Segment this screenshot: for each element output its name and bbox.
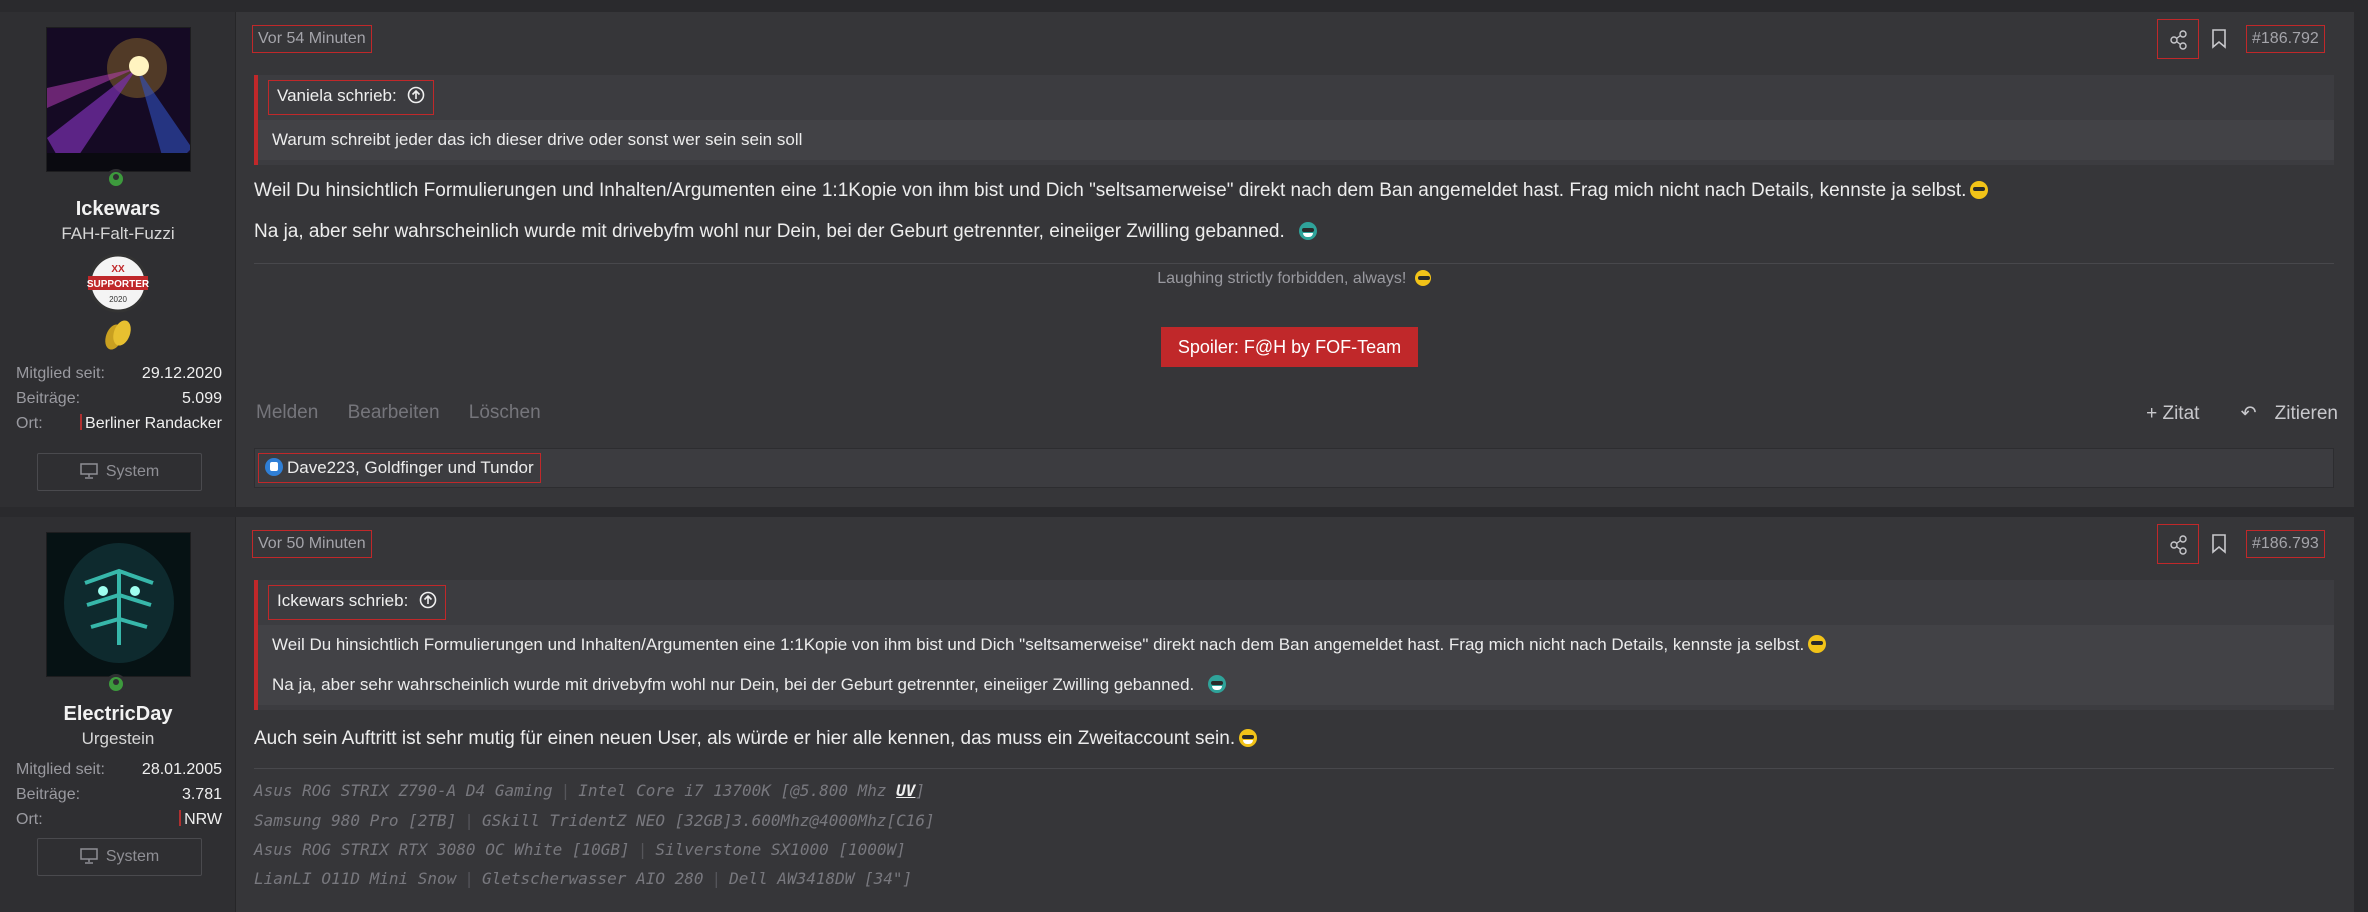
post-time[interactable]: Vor 50 Minuten: [252, 530, 372, 558]
stat-posts: Beiträge: 3.781: [16, 786, 222, 803]
post-186792: Ickewars FAH-Falt-Fuzzi XX SUPPORTER 202…: [0, 12, 2354, 507]
delete-link[interactable]: Löschen: [469, 402, 541, 423]
share-button[interactable]: [2157, 524, 2199, 564]
signature-divider: [254, 768, 2334, 769]
signature-line-2: Samsung 980 Pro [2TB] | GSkill TridentZ NE…: [254, 811, 935, 830]
message-line-2: Na ja, aber sehr wahrscheinlich wurde mi…: [254, 221, 1318, 243]
monitor-icon: [80, 457, 98, 493]
coin-badge-icon: [101, 318, 135, 352]
online-status-icon: [106, 674, 126, 694]
grin-smiley-icon: [1207, 675, 1226, 693]
stat-joined: Mitglied seit: 28.01.2005: [16, 761, 222, 778]
stat-location: Ort: NRW: [16, 810, 222, 828]
quote-author[interactable]: Ickewars schrieb:: [268, 585, 447, 620]
online-status-icon: [106, 169, 126, 189]
user-title: FAH-Falt-Fuzzi: [61, 224, 175, 243]
stat-location: Ort: Berliner Randacker: [16, 414, 222, 432]
quote-block: Vaniela schrieb: Warum schreibt jeder da…: [254, 75, 2334, 165]
smiley-icon: [1970, 181, 1989, 199]
user-title: Urgestein: [81, 729, 155, 748]
bookmark-icon[interactable]: [2209, 28, 2229, 50]
stat-posts: Beiträge: 5.099: [16, 390, 222, 407]
message-content: Vor 50 Minuten #186.793 Ickewars schrieb…: [236, 517, 2354, 912]
location-marker-icon: [179, 810, 182, 826]
post-actions-left: Melden Bearbeiten Löschen: [256, 402, 565, 424]
user-info: ElectricDay Urgestein Mitglied seit: 28.…: [0, 517, 236, 912]
multiquote-button[interactable]: + Zitat: [2146, 403, 2199, 424]
user-info: Ickewars FAH-Falt-Fuzzi XX SUPPORTER 202…: [0, 12, 236, 507]
signature-line-1: Asus ROG STRIX Z790-A D4 Gaming | Intel Co…: [254, 781, 926, 800]
badge-year: 2020: [109, 295, 127, 304]
message-line-1: Auch sein Auftritt ist sehr mutig für ei…: [254, 728, 1258, 750]
uv-link[interactable]: UV: [896, 781, 915, 800]
reply-button[interactable]: ↶ Zitieren: [2223, 403, 2338, 424]
post-number[interactable]: #186.793: [2246, 530, 2325, 558]
post-time[interactable]: Vor 54 Minuten: [252, 25, 372, 53]
share-button[interactable]: [2157, 19, 2199, 59]
reply-icon: ↶: [2240, 403, 2257, 424]
badge-text: SUPPORTER: [87, 279, 150, 290]
supporter-badge-icon: XX SUPPORTER 2020: [82, 252, 154, 314]
message-content: Vor 54 Minuten #186.792 Vaniela schrieb:…: [236, 12, 2354, 507]
like-icon: [265, 458, 283, 476]
monitor-icon: [80, 842, 98, 878]
badge-top-text: XX: [111, 264, 125, 275]
report-link[interactable]: Melden: [256, 402, 318, 423]
avatar[interactable]: [46, 27, 191, 172]
system-button[interactable]: System: [37, 453, 202, 491]
reactions-bar: Dave223, Goldfinger und Tundor: [254, 448, 2334, 488]
quote-block: Ickewars schrieb: Weil Du hinsichtlich F…: [254, 580, 2334, 710]
arrow-up-circle-icon[interactable]: [407, 86, 425, 109]
signature-line-3: Asus ROG STRIX RTX 3080 OC White [10GB] |…: [254, 840, 906, 859]
signature-line-4: LianLI O11D Mini Snow | Gletscherwasser AI…: [254, 869, 913, 888]
reactions-list[interactable]: Dave223, Goldfinger und Tundor: [258, 453, 541, 483]
grin-smiley-icon: [1299, 222, 1318, 240]
username[interactable]: ElectricDay: [0, 703, 236, 726]
avatar[interactable]: [46, 532, 191, 677]
grin-smiley-icon: [1239, 729, 1258, 747]
quote-body: Warum schreibt jeder das ich dieser driv…: [258, 120, 2334, 160]
location-marker-icon: [80, 414, 83, 430]
signature-divider: [254, 263, 2334, 264]
user-stats: Mitglied seit: 29.12.2020 Beiträge: 5.09…: [16, 361, 222, 436]
quote-author[interactable]: Vaniela schrieb:: [268, 80, 435, 115]
bookmark-icon[interactable]: [2209, 533, 2229, 555]
post-number[interactable]: #186.792: [2246, 25, 2325, 53]
username[interactable]: Ickewars: [0, 198, 236, 221]
system-button[interactable]: System: [37, 838, 202, 876]
laughing-smiley-icon: [1414, 270, 1431, 286]
smiley-icon: [1808, 635, 1827, 653]
user-stats: Mitglied seit: 28.01.2005 Beiträge: 3.78…: [16, 757, 222, 832]
arrow-up-circle-icon[interactable]: [419, 591, 437, 614]
message-line-1: Weil Du hinsichtlich Formulierungen und …: [254, 180, 1989, 202]
stat-joined: Mitglied seit: 29.12.2020: [16, 365, 222, 382]
post-186793: ElectricDay Urgestein Mitglied seit: 28.…: [0, 517, 2354, 912]
signature-text: Laughing strictly forbidden, always!: [254, 270, 2334, 288]
post-actions-right: + Zitat ↶ Zitieren: [2128, 402, 2338, 425]
quote-body: Weil Du hinsichtlich Formulierungen und …: [258, 625, 2334, 705]
edit-link[interactable]: Bearbeiten: [348, 402, 440, 423]
spoiler-button[interactable]: Spoiler: F@H by FOF-Team: [1161, 327, 1418, 367]
